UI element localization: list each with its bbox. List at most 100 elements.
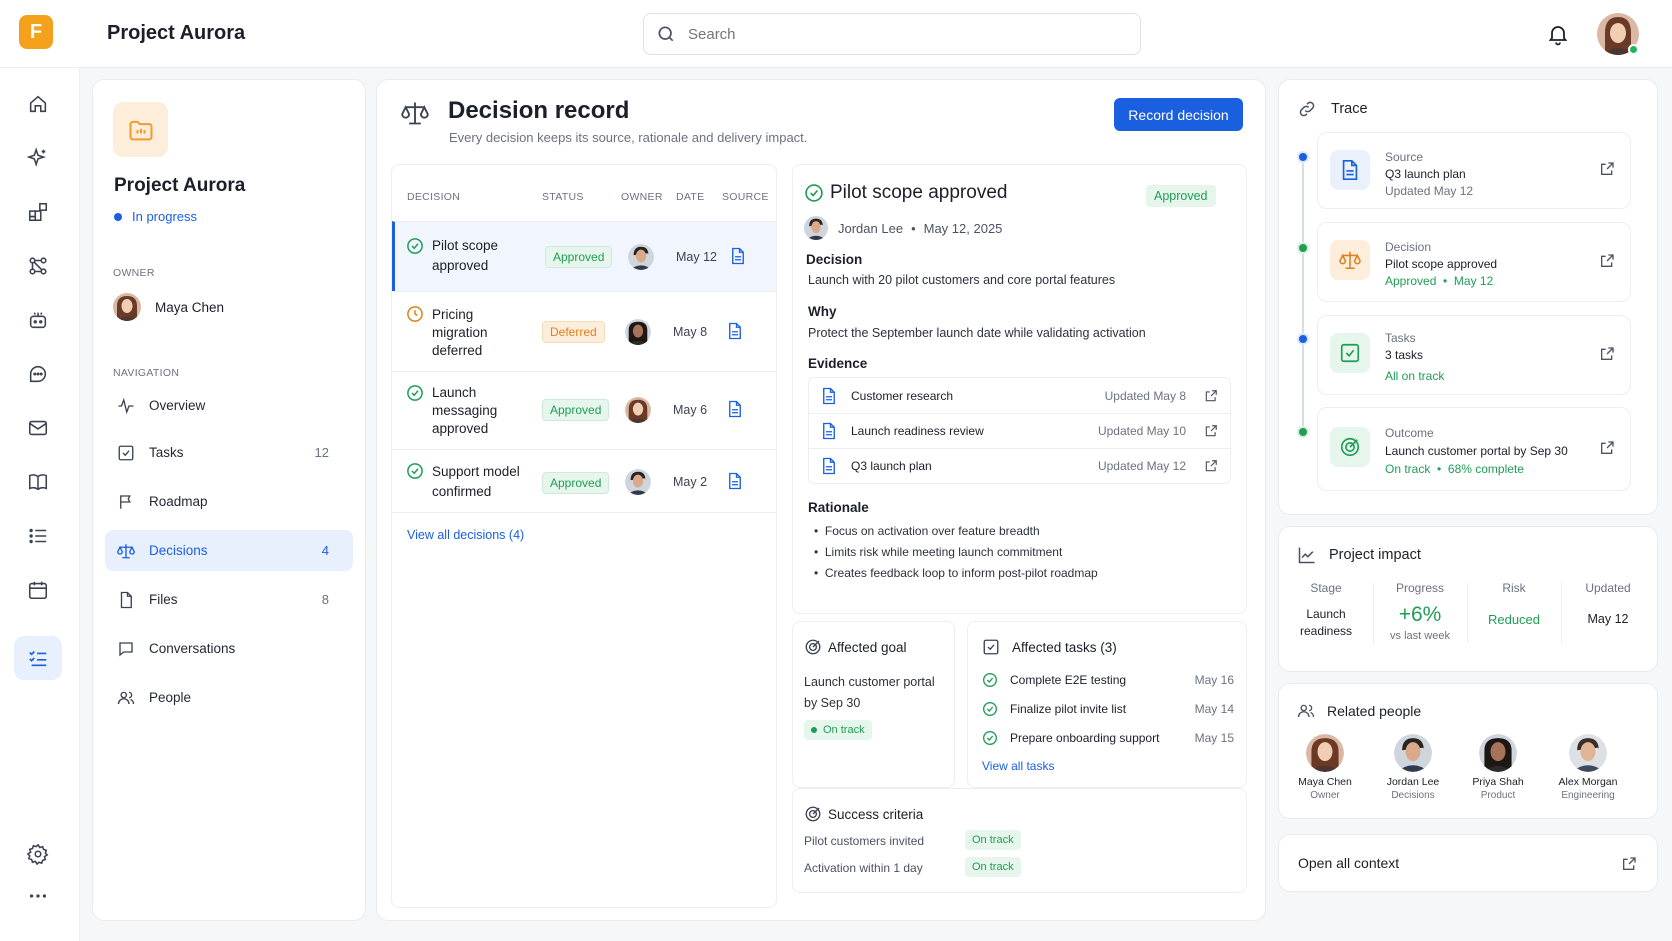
- document-icon[interactable]: [727, 322, 743, 340]
- external-link-icon[interactable]: [1599, 440, 1615, 456]
- search-input[interactable]: [688, 25, 1108, 43]
- checklist-icon-active[interactable]: [14, 636, 62, 680]
- nav-item-decisions[interactable]: Decisions 4: [105, 530, 353, 571]
- impact-progress-sub: vs last week: [1390, 630, 1450, 642]
- decision-date: May 2: [673, 475, 708, 489]
- open-all-context-button[interactable]: Open all context: [1278, 834, 1658, 892]
- status-badge: Deferred: [542, 321, 605, 343]
- nav-item-count: 4: [321, 543, 329, 558]
- trace-meta-progress: 68% complete: [1447, 462, 1524, 476]
- sparkle-icon[interactable]: [24, 144, 52, 172]
- nav-item-people[interactable]: People: [105, 677, 353, 718]
- bot-icon[interactable]: [24, 306, 52, 334]
- owner[interactable]: Maya Chen: [113, 293, 224, 321]
- view-all-tasks-link[interactable]: View all tasks: [982, 759, 1054, 773]
- nav-item-files[interactable]: Files 8: [105, 579, 353, 620]
- search-box[interactable]: [643, 13, 1141, 55]
- column-header-source: SOURCE: [722, 191, 769, 203]
- workflow-icon[interactable]: [24, 252, 52, 280]
- impact-updated-value: May 12: [1587, 612, 1629, 626]
- document-icon[interactable]: [730, 247, 746, 265]
- check-circle-icon: [407, 385, 423, 401]
- document-icon[interactable]: [727, 472, 743, 490]
- gear-icon[interactable]: [24, 840, 52, 868]
- external-link-icon[interactable]: [1599, 161, 1615, 177]
- view-all-decisions-link[interactable]: View all decisions (4): [407, 528, 524, 542]
- nav-item-label: Tasks: [149, 445, 184, 460]
- nav-item-tasks[interactable]: Tasks 12: [105, 432, 353, 473]
- task-item[interactable]: Prepare onboarding support May 15: [982, 730, 1234, 746]
- affected-tasks-label: Affected tasks (3): [1012, 639, 1117, 655]
- checkbox-icon: [1330, 333, 1370, 373]
- mail-icon[interactable]: [24, 414, 52, 442]
- decision-title-line: confirmed: [432, 484, 492, 499]
- person-avatar: [1479, 734, 1517, 772]
- trace-dot: [1297, 333, 1309, 345]
- document-icon: [823, 422, 835, 440]
- decision-date: May 8: [673, 325, 708, 339]
- book-icon[interactable]: [24, 468, 52, 496]
- evidence-item[interactable]: Q3 launch plan Updated May 12: [809, 448, 1230, 483]
- goal-status-text: On track: [823, 724, 865, 736]
- external-link-icon[interactable]: [1204, 459, 1218, 473]
- person-card[interactable]: Alex Morgan Engineering: [1543, 734, 1633, 801]
- document-icon: [823, 457, 835, 475]
- external-link-icon[interactable]: [1599, 346, 1615, 362]
- person-card[interactable]: Maya Chen Owner: [1280, 734, 1370, 801]
- nav-item-conversations[interactable]: Conversations: [105, 628, 353, 669]
- nav-item-roadmap[interactable]: Roadmap: [105, 481, 353, 522]
- target-icon: [805, 806, 821, 822]
- external-link-icon[interactable]: [1599, 253, 1615, 269]
- trace-item-outcome[interactable]: Outcome Launch customer portal by Sep 30…: [1317, 407, 1631, 491]
- trace-label: Trace: [1331, 101, 1368, 117]
- decision-row[interactable]: Launch messaging approved Approved May 6: [392, 371, 776, 449]
- evidence-item[interactable]: Customer research Updated May 8: [809, 378, 1230, 413]
- evidence-item[interactable]: Launch readiness review Updated May 10: [809, 413, 1230, 448]
- nav-item-count: 12: [314, 445, 329, 460]
- project-sidebar: Project Aurora In progress OWNER Maya Ch…: [92, 79, 366, 921]
- task-date: May 14: [1194, 702, 1234, 716]
- task-item[interactable]: Finalize pilot invite list May 14: [982, 701, 1234, 717]
- decision-row-selected[interactable]: Pilot scope approved Approved May 12: [392, 221, 776, 291]
- person-role: Decisions: [1391, 790, 1435, 801]
- trace-item-source[interactable]: Source Q3 launch plan Updated May 12: [1317, 132, 1631, 209]
- person-avatar: [1306, 734, 1344, 772]
- calendar-icon[interactable]: [24, 576, 52, 604]
- owner-avatar: [625, 319, 651, 345]
- decision-row[interactable]: Pricing migration deferred Deferred May …: [392, 291, 776, 371]
- external-link-icon[interactable]: [1204, 424, 1218, 438]
- online-status-dot: [1628, 44, 1639, 55]
- list-icon[interactable]: [24, 522, 52, 550]
- app-title: Project Aurora: [107, 22, 246, 44]
- person-card[interactable]: Priya Shah Product: [1453, 734, 1543, 801]
- criterion-name: Pilot customers invited: [804, 834, 925, 848]
- evidence-label: Evidence: [808, 356, 868, 371]
- person-card[interactable]: Jordan Lee Decisions: [1368, 734, 1458, 801]
- record-decision-button[interactable]: Record decision: [1114, 98, 1243, 131]
- trace-dot: [1297, 426, 1309, 438]
- chat-icon[interactable]: [24, 360, 52, 388]
- user-avatar[interactable]: [1597, 13, 1639, 55]
- navigation-label: NAVIGATION: [113, 367, 180, 379]
- nav-item-overview[interactable]: Overview: [105, 385, 353, 426]
- trace-kind: Outcome: [1385, 426, 1434, 440]
- decision-row[interactable]: Support model confirmed Approved May 2: [392, 449, 776, 513]
- document-icon[interactable]: [727, 400, 743, 418]
- app-logo[interactable]: F: [19, 15, 53, 49]
- task-item[interactable]: Complete E2E testing May 16: [982, 672, 1234, 688]
- author-avatar: [804, 216, 828, 240]
- app-logo-letter: F: [29, 20, 43, 43]
- trace-item-decision[interactable]: Decision Pilot scope approved Approved •…: [1317, 222, 1631, 302]
- widgets-icon[interactable]: [24, 198, 52, 226]
- bell-icon[interactable]: [1546, 22, 1570, 46]
- trace-item-tasks[interactable]: Tasks 3 tasks All on track: [1317, 315, 1631, 395]
- trace-meta: Updated May 12: [1385, 184, 1474, 198]
- project-name: Project Aurora: [114, 175, 246, 196]
- rationale-item: • Creates feedback loop to inform post-p…: [814, 566, 1098, 580]
- person-name: Maya Chen: [1298, 776, 1352, 788]
- more-icon[interactable]: [24, 882, 52, 910]
- external-link-icon[interactable]: [1204, 389, 1218, 403]
- home-icon[interactable]: [24, 90, 52, 118]
- nav-item-label: People: [149, 690, 192, 705]
- rationale-item: • Limits risk while meeting launch commi…: [814, 545, 1063, 559]
